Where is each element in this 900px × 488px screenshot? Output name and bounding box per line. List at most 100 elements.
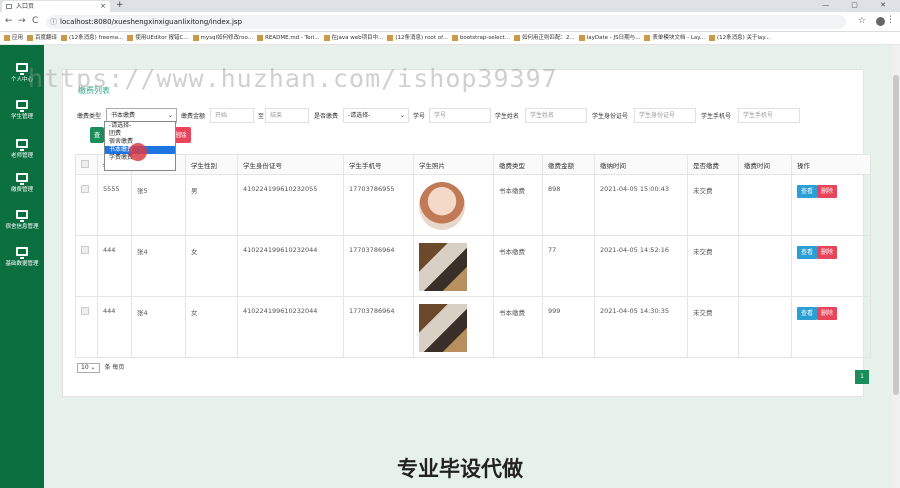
delete-button[interactable]: 删除: [817, 185, 838, 198]
column-header: 缴纳时间: [594, 154, 688, 175]
bookmark-label: 使用UEditor 报错C...: [135, 35, 189, 41]
amount-separator: 至: [258, 113, 265, 120]
bookmark-item[interactable]: 使用UEditor 报错C...: [127, 32, 189, 44]
click-cursor-indicator: [129, 143, 147, 161]
dropdown-option[interactable]: -请选择-: [105, 122, 175, 130]
amount-start-input[interactable]: 开始: [210, 108, 254, 123]
sidebar-item-teachers[interactable]: 老师管理: [0, 139, 44, 159]
monitor-icon: [16, 210, 28, 222]
bookmark-favicon-icon: [61, 34, 68, 41]
column-header: 操作: [791, 154, 871, 175]
page-size-suffix: 条 每页: [104, 364, 125, 371]
page-scrollbar[interactable]: [892, 45, 900, 488]
dropdown-option[interactable]: 团费: [105, 130, 175, 138]
cell-phone: 17703786964: [349, 307, 395, 315]
bookmark-item[interactable]: README.md - Teri...: [257, 32, 320, 44]
cell-gender: 女: [191, 309, 198, 317]
column-header: 学生照片: [413, 154, 494, 175]
delete-button[interactable]: 删除: [817, 246, 838, 259]
back-icon[interactable]: ←: [5, 16, 13, 26]
cell-name: 张4: [137, 248, 148, 256]
cell-xuehao: 444: [103, 246, 116, 254]
bookmark-label: 表单模块文档 - Lay...: [652, 35, 705, 41]
view-button[interactable]: 查看: [797, 246, 818, 259]
close-tab-icon[interactable]: ×: [100, 1, 106, 12]
type-label: 缴费类型: [77, 113, 102, 120]
row-checkbox[interactable]: [81, 246, 89, 254]
sidebar-item-basedata[interactable]: 基础数据管理: [0, 247, 44, 267]
search-button[interactable]: 查: [90, 127, 104, 143]
cell-time: 2021-04-05 15:00:43: [600, 185, 670, 193]
sidebar-item-fees[interactable]: 缴费管理: [0, 173, 44, 193]
monitor-icon: [16, 173, 28, 185]
select-all-checkbox[interactable]: [81, 159, 89, 168]
delete-button[interactable]: 删除: [817, 307, 838, 320]
bookmark-star-icon[interactable]: ☆: [858, 16, 866, 26]
cell-type: 书本缴费: [499, 248, 525, 256]
bookmark-label: (12条消息) root of...: [395, 35, 448, 41]
select-all-header[interactable]: [75, 154, 98, 175]
column-header: 学生身份证号: [237, 154, 344, 175]
bookmark-item[interactable]: mysql如何修改roo...: [192, 32, 254, 44]
bookmark-item[interactable]: layDate - JS日期与...: [578, 32, 640, 44]
page-favicon-icon: [6, 4, 12, 9]
paid-select[interactable]: -请选择- ⌄: [343, 108, 409, 123]
fee-table: 学号 学生姓名 学生性别 学生身份证号 学生手机号 学生照片 缴费类型 缴费金额…: [75, 154, 871, 358]
page-size-value: 10: [81, 364, 89, 371]
cell-gender: 男: [191, 187, 198, 195]
row-checkbox[interactable]: [81, 185, 89, 193]
idcard-input[interactable]: 学生身份证号: [634, 108, 696, 123]
sidebar-item-dorms[interactable]: 宿舍信息管理: [0, 210, 44, 230]
bookmark-item[interactable]: bootstrap-select...: [451, 32, 510, 44]
amount-end-input[interactable]: 结束: [265, 108, 309, 123]
bookmark-item[interactable]: 如何用正则匹配：2...: [513, 32, 575, 44]
profile-avatar-icon[interactable]: [876, 17, 885, 26]
cell-idcard: 410224199610232044: [243, 307, 318, 315]
idcard-label: 学生身份证号: [592, 113, 629, 120]
bookmark-item[interactable]: (12条消息) 关于lay...: [708, 32, 770, 44]
cell-amount: 77: [548, 246, 557, 254]
phone-input[interactable]: 学生手机号: [738, 108, 800, 123]
sidebar-item-label: 缴费管理: [10, 187, 33, 193]
sidebar-item-label: 基础数据管理: [5, 261, 39, 267]
bookmark-favicon-icon: [323, 34, 330, 41]
bookmark-item[interactable]: (12条消息) freema...: [61, 32, 124, 44]
browser-menu-icon[interactable]: ⋮: [886, 15, 895, 25]
xuehao-input[interactable]: 学号: [429, 108, 491, 123]
cell-paid: 未交费: [693, 187, 713, 195]
bookmark-label: (12条消息) freema...: [69, 35, 124, 41]
table-row: 5555 张5 男 410224199610232055 17703786955 书本缴费…: [75, 174, 871, 236]
column-header: 学生性别: [185, 154, 238, 175]
url-input[interactable]: ⓘ localhost:8080/xueshengxinxiguanlixito…: [46, 15, 846, 29]
bookmark-label: 在java web项目中...: [331, 35, 384, 41]
bookmark-item[interactable]: 表单模块文档 - Lay...: [644, 32, 705, 44]
new-tab-icon[interactable]: +: [116, 0, 124, 11]
cell-amount: 999: [548, 307, 561, 315]
sidebar-item-students[interactable]: 学生管理: [0, 100, 44, 120]
view-button[interactable]: 查看: [797, 185, 818, 198]
bookmark-label: mysql如何修改roo...: [200, 35, 254, 41]
cell-phone: 17703786964: [349, 246, 395, 254]
cell-type: 书本缴费: [499, 187, 525, 195]
bookmark-label: 百度翻译: [35, 35, 58, 41]
forward-icon[interactable]: →: [18, 16, 26, 26]
cell-xuehao: 444: [103, 307, 116, 315]
cell-time: 2021-04-05 14:30:35: [600, 307, 670, 315]
page-number-button[interactable]: 1: [855, 370, 869, 384]
page-size-select[interactable]: 10 ⌄: [77, 363, 100, 373]
view-button[interactable]: 查看: [797, 307, 818, 320]
table-row: 444 张4 女 410224199610232044 17703786964 书本缴费 9…: [75, 296, 871, 358]
window-controls[interactable]: — ▢ ✕: [822, 0, 896, 11]
caption-text: 专业毕设代做: [397, 457, 523, 481]
table-header-row: 学号 学生姓名 学生性别 学生身份证号 学生手机号 学生照片 缴费类型 缴费金额…: [75, 154, 871, 175]
scrollbar-thumb[interactable]: [893, 75, 899, 395]
row-checkbox[interactable]: [81, 307, 89, 315]
reload-icon[interactable]: C: [32, 16, 38, 26]
bookmark-item[interactable]: (12条消息) root of...: [387, 32, 448, 44]
bookmark-item[interactable]: 在java web项目中...: [323, 32, 384, 44]
browser-tab[interactable]: 入口页 ×: [2, 1, 110, 12]
name-input[interactable]: 学生姓名: [525, 108, 587, 123]
bookmark-item[interactable]: 应用: [4, 32, 23, 44]
sidebar-item-label: 学生管理: [10, 114, 33, 120]
bookmark-item[interactable]: 百度翻译: [27, 32, 58, 44]
